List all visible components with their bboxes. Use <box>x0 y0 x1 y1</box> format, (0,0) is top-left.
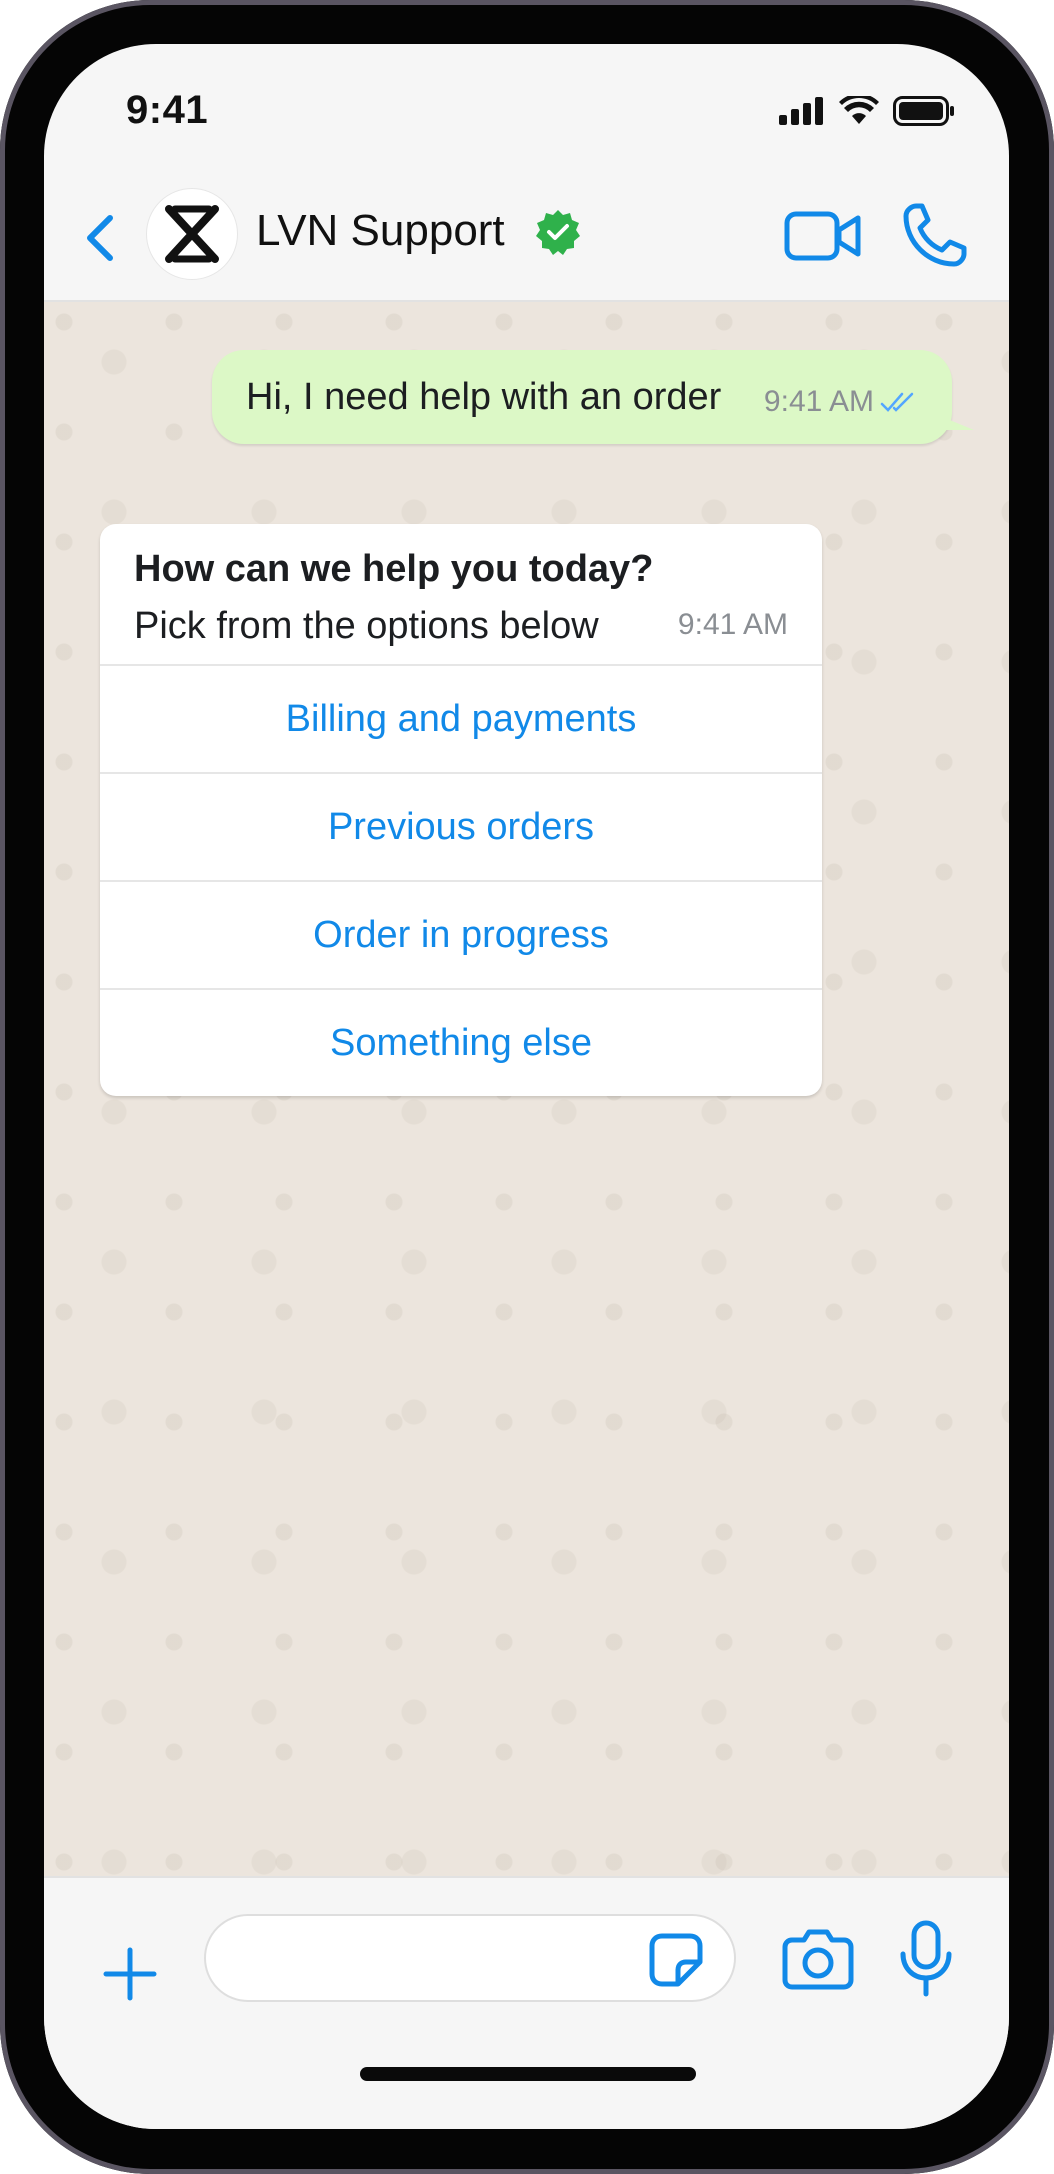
input-bar <box>44 1876 1009 2129</box>
sticker-icon[interactable] <box>648 1932 704 1988</box>
option-billing-and-payments[interactable]: Billing and payments <box>100 664 822 772</box>
cellular-signal-icon <box>779 97 823 125</box>
chat-header: LVN Support <box>44 172 1009 302</box>
message-time: 9:41 AM <box>677 608 788 641</box>
status-time: 9:41 <box>126 88 209 132</box>
message-meta: 9:41 AM <box>764 375 918 419</box>
lvn-logo-icon <box>165 205 219 263</box>
phone-screen: 9:41 LVN Support Hi, I need help with an… <box>44 44 1009 2129</box>
video-camera-icon[interactable] <box>784 208 862 264</box>
wifi-icon <box>839 96 879 124</box>
option-something-else[interactable]: Something else <box>100 988 822 1096</box>
outgoing-message: Hi, I need help with an order 9:41 AM <box>212 350 974 444</box>
battery-icon <box>893 96 954 126</box>
option-previous-orders[interactable]: Previous orders <box>100 772 822 880</box>
bubble-tail <box>940 416 974 430</box>
avatar[interactable] <box>146 188 238 280</box>
option-order-in-progress[interactable]: Order in progress <box>100 880 822 988</box>
phone-frame: 9:41 LVN Support Hi, I need help with an… <box>0 0 1054 2174</box>
message-text: Hi, I need help with an order <box>246 375 722 418</box>
contact-name[interactable]: LVN Support <box>256 206 505 256</box>
chat-area[interactable]: Hi, I need help with an order 9:41 AM Ho… <box>44 302 1009 1876</box>
verified-badge-icon <box>536 210 580 255</box>
status-icons <box>779 96 955 126</box>
message-time: 9:41 AM <box>763 385 874 418</box>
plus-icon[interactable] <box>102 1946 158 2002</box>
message-header: How can we help you today? Pick from the… <box>100 524 822 664</box>
incoming-interactive-message: How can we help you today? Pick from the… <box>100 524 822 1096</box>
phone-icon[interactable] <box>902 202 968 268</box>
chevron-left-icon[interactable] <box>82 212 118 264</box>
home-indicator[interactable] <box>360 2067 696 2081</box>
camera-icon[interactable] <box>782 1928 854 1990</box>
microphone-icon[interactable] <box>898 1920 954 1998</box>
message-title: How can we help you today? <box>134 548 654 590</box>
double-check-icon <box>880 392 914 412</box>
